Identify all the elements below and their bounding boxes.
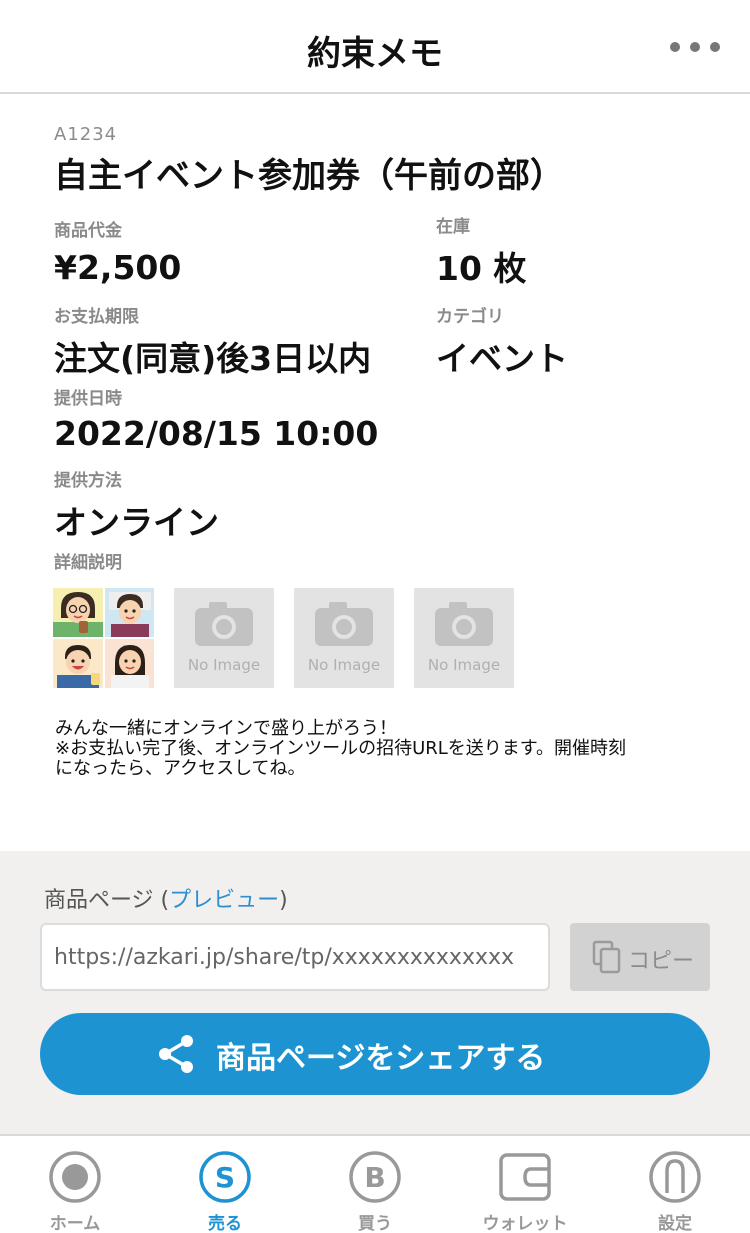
no-image-text: No Image bbox=[427, 656, 501, 674]
payment-deadline-value: 注文(同意)後3日以内 bbox=[54, 339, 372, 378]
no-image-placeholder[interactable]: No Image bbox=[294, 588, 394, 688]
copy-button[interactable]: コピー bbox=[570, 923, 710, 991]
tab-label-buy: 買う bbox=[358, 1214, 392, 1233]
stock-label: 在庫 bbox=[436, 217, 470, 237]
tab-label-settings: 設定 bbox=[658, 1214, 692, 1233]
tab-home[interactable]: ホーム bbox=[0, 1136, 150, 1233]
share-page-label: 商品ページ (プレビュー) bbox=[44, 888, 288, 913]
camera-icon bbox=[195, 602, 253, 646]
item-title: 自主イベント参加券（午前の部） bbox=[54, 156, 564, 196]
date-value: 2022/08/15 10:00 bbox=[54, 414, 379, 453]
share-icon bbox=[159, 1035, 193, 1073]
face-illustration bbox=[104, 639, 154, 688]
tab-settings[interactable]: 設定 bbox=[600, 1136, 750, 1233]
copy-icon bbox=[592, 940, 621, 974]
date-label: 提供日時 bbox=[54, 389, 122, 409]
bottom-tab-bar: ホーム S 売る B 買う ウォレット 設定 bbox=[0, 1134, 750, 1233]
settings-person-icon bbox=[649, 1151, 701, 1203]
item-description: みんな一緒にオンラインで盛り上がろう！ ※お支払い完了後、オンラインツールの招待… bbox=[55, 718, 626, 779]
no-image-placeholder[interactable]: No Image bbox=[174, 588, 274, 688]
no-image-text: No Image bbox=[307, 656, 381, 674]
tab-wallet[interactable]: ウォレット bbox=[450, 1136, 600, 1233]
svg-text:B: B bbox=[364, 1161, 385, 1194]
tab-label-wallet: ウォレット bbox=[482, 1214, 568, 1233]
home-record-icon bbox=[49, 1151, 101, 1203]
camera-icon bbox=[315, 602, 373, 646]
face-illustration bbox=[53, 588, 103, 637]
price-label: 商品代金 bbox=[54, 221, 122, 241]
tab-sell[interactable]: S 売る bbox=[150, 1136, 300, 1233]
method-label: 提供方法 bbox=[54, 471, 122, 491]
more-options-button[interactable] bbox=[670, 32, 720, 62]
no-image-placeholder[interactable]: No Image bbox=[414, 588, 514, 688]
tab-label-sell: 売る bbox=[208, 1214, 242, 1233]
stock-value: 10 枚 bbox=[436, 249, 527, 288]
no-image-text: No Image bbox=[187, 656, 261, 674]
share-product-page-button[interactable]: 商品ページをシェアする bbox=[40, 1013, 710, 1095]
face-illustration bbox=[104, 588, 154, 637]
image-thumbnails: No Image No Image No Image bbox=[53, 588, 523, 688]
copy-label: コピー bbox=[628, 949, 695, 974]
share-button-label: 商品ページをシェアする bbox=[216, 1041, 546, 1076]
buy-b-icon: B bbox=[349, 1151, 401, 1203]
more-horizontal-icon bbox=[670, 42, 680, 52]
app-header: 約束メモ bbox=[0, 0, 750, 94]
camera-icon bbox=[435, 602, 493, 646]
share-section: 商品ページ (プレビュー) コピー 商品ページをシェアする bbox=[0, 851, 750, 1134]
page-title: 約束メモ bbox=[307, 34, 443, 74]
price-value: ¥2,500 bbox=[54, 248, 182, 287]
category-label: カテゴリ bbox=[436, 307, 504, 327]
method-value: オンライン bbox=[54, 503, 219, 542]
sell-s-icon: S bbox=[199, 1151, 251, 1203]
category-value: イベント bbox=[436, 339, 568, 378]
preview-link[interactable]: プレビュー bbox=[169, 888, 279, 913]
share-url-field[interactable] bbox=[40, 923, 550, 991]
svg-text:S: S bbox=[215, 1161, 235, 1194]
item-detail: A1234 自主イベント参加券（午前の部） 商品代金 ¥2,500 在庫 10 … bbox=[0, 96, 750, 851]
wallet-icon bbox=[499, 1153, 551, 1201]
details-label: 詳細説明 bbox=[54, 553, 122, 573]
payment-deadline-label: お支払期限 bbox=[54, 307, 139, 327]
item-photo-thumbnail[interactable] bbox=[53, 588, 154, 688]
item-code: A1234 bbox=[54, 124, 118, 145]
tab-label-home: ホーム bbox=[49, 1214, 101, 1233]
face-illustration bbox=[53, 639, 103, 688]
tab-buy[interactable]: B 買う bbox=[300, 1136, 450, 1233]
